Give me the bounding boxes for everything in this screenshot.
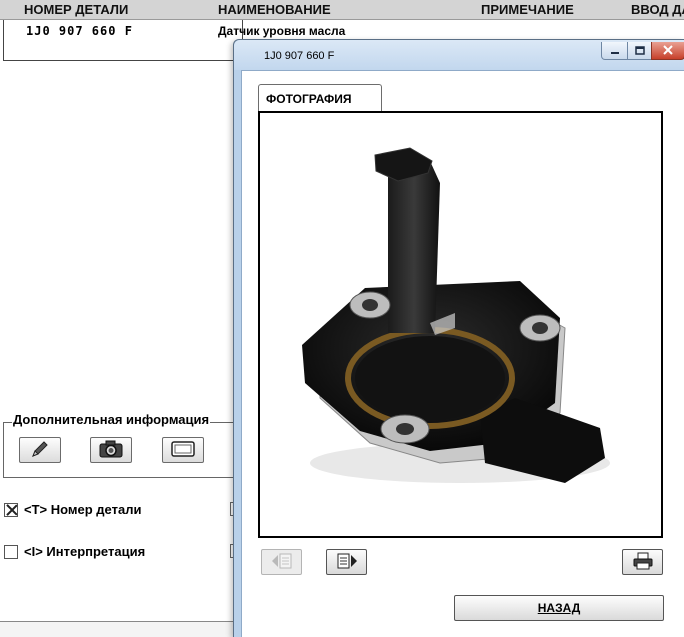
- option-part-number[interactable]: <T> Номер детали: [4, 502, 141, 517]
- minimize-button[interactable]: [601, 42, 628, 60]
- app-root: НОМЕР ДЕТАЛИ НАИМЕНОВАНИЕ ПРИМЕЧАНИЕ ВВО…: [0, 0, 684, 637]
- prev-page-button[interactable]: [261, 549, 302, 575]
- camera-icon: [98, 439, 124, 462]
- printer-icon: [632, 552, 654, 573]
- close-button[interactable]: [651, 42, 684, 60]
- back-button[interactable]: НАЗАД: [454, 595, 664, 621]
- close-icon: [663, 43, 673, 58]
- column-header-input[interactable]: ВВОД ДА: [631, 2, 684, 17]
- print-button[interactable]: [622, 549, 663, 575]
- dialog-client: ФОТОГРАФИЯ НАЗАД: [241, 70, 684, 637]
- part-name-cell: Датчик уровня масла: [218, 24, 346, 38]
- photo-dialog: 1J0 907 660 F ФОТОГРАФИЯ НАЗАД: [233, 39, 684, 637]
- drawing-button[interactable]: [162, 437, 204, 463]
- checkbox-interpretation[interactable]: [4, 544, 18, 559]
- maximize-button[interactable]: [627, 42, 652, 60]
- maximize-icon: [634, 43, 645, 58]
- option-part-number-label: <T> Номер детали: [24, 502, 142, 517]
- checkbox-part-number[interactable]: [4, 502, 18, 517]
- edit-button[interactable]: [19, 437, 61, 463]
- pencil-icon: [30, 439, 50, 462]
- photo-viewer: [258, 111, 663, 538]
- column-header-part-number[interactable]: НОМЕР ДЕТАЛИ: [24, 2, 128, 17]
- oil-level-sensor-photo: [302, 147, 610, 483]
- minimize-icon: [610, 43, 620, 58]
- next-page-button[interactable]: [326, 549, 367, 575]
- table-header: НОМЕР ДЕТАЛИ НАИМЕНОВАНИЕ ПРИМЕЧАНИЕ ВВО…: [0, 0, 684, 20]
- option-interpretation-label: <I> Интерпретация: [24, 544, 146, 559]
- column-header-name[interactable]: НАИМЕНОВАНИЕ: [218, 2, 331, 17]
- frame-icon: [170, 440, 196, 461]
- part-number-cell: 1J0 907 660 F: [26, 24, 133, 38]
- tab-photo[interactable]: ФОТОГРАФИЯ: [258, 84, 382, 111]
- option-interpretation[interactable]: <I> Интерпретация: [4, 544, 145, 559]
- additional-info-title: Дополнительная информация: [12, 412, 211, 427]
- prev-page-icon: [270, 552, 294, 573]
- next-page-icon: [335, 552, 359, 573]
- dialog-title: 1J0 907 660 F: [264, 50, 335, 62]
- dialog-titlebar[interactable]: 1J0 907 660 F: [234, 40, 684, 70]
- column-header-note[interactable]: ПРИМЕЧАНИЕ: [481, 2, 574, 17]
- photo-button[interactable]: [90, 437, 132, 463]
- bottom-toolbar: [0, 621, 240, 637]
